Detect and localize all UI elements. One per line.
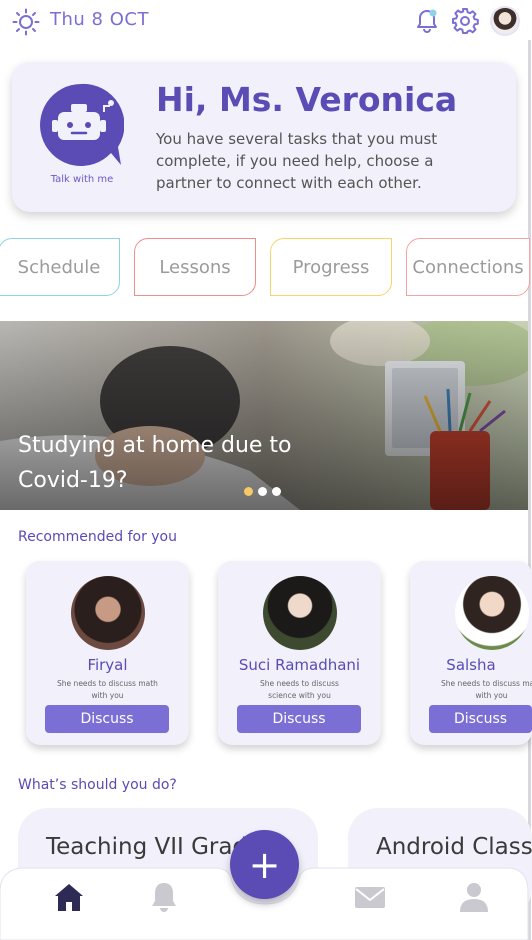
greeting-message: You have several tasks that you must com… <box>156 130 438 192</box>
tab-progress[interactable]: Progress <box>270 238 392 296</box>
avatar <box>455 576 529 650</box>
mail-icon[interactable] <box>353 880 387 914</box>
greeting-title: Hi, Ms. Veronica <box>156 80 458 119</box>
avatar <box>71 576 145 650</box>
talk-with-me-label[interactable]: Talk with me <box>34 174 130 185</box>
person-desc: She needs to discuss science with you <box>260 679 339 700</box>
add-button[interactable]: + <box>230 830 299 899</box>
tasks-heading: What’s should you do? <box>18 777 177 793</box>
person-desc: She needs to discuss math with you <box>57 679 158 700</box>
carousel-dot[interactable] <box>244 487 253 496</box>
discuss-button[interactable]: Discuss <box>429 705 532 733</box>
recommended-heading: Recommended for you <box>18 529 177 545</box>
task-title: Teaching VII Grade <box>46 834 262 860</box>
carousel-dot[interactable] <box>258 487 267 496</box>
recommended-card: Salsha She needs to discuss math with yo… <box>410 561 532 745</box>
tab-connections[interactable]: Connections <box>406 238 530 296</box>
hero-title: Studying at home due to Covid-19? <box>18 433 292 493</box>
discuss-button[interactable]: Discuss <box>237 705 361 733</box>
recommended-card: Firyal She needs to discuss math with yo… <box>26 561 189 745</box>
right-edge-divider <box>528 40 531 940</box>
tab-label: Schedule <box>17 256 101 278</box>
user-icon[interactable] <box>457 880 491 914</box>
carousel-dot[interactable] <box>272 487 281 496</box>
avatar <box>263 576 337 650</box>
recommended-card: Suci Ramadhani She needs to discuss scie… <box>218 561 381 745</box>
tab-lessons[interactable]: Lessons <box>134 238 256 296</box>
settings-gear-icon[interactable] <box>451 7 479 35</box>
profile-avatar[interactable] <box>490 6 520 36</box>
date-label: Thu 8 OCT <box>50 9 149 30</box>
robot-chat-icon[interactable] <box>38 82 124 168</box>
task-title: Android Class <box>376 834 532 860</box>
person-name: Suci Ramadhani <box>238 656 361 674</box>
tab-label: Progress <box>292 256 370 278</box>
tab-label: Connections <box>412 256 524 278</box>
tab-label: Lessons <box>159 256 231 278</box>
person-name: Salsha <box>446 656 496 674</box>
person-desc: She needs to discuss math with you <box>441 679 532 700</box>
bell-icon[interactable] <box>147 880 181 914</box>
carousel-indicator <box>244 487 281 496</box>
notification-bell-icon[interactable] <box>414 8 440 34</box>
discuss-button[interactable]: Discuss <box>45 705 169 733</box>
sun-icon <box>12 8 40 36</box>
person-name: Firyal <box>87 656 128 674</box>
home-icon[interactable] <box>52 880 86 914</box>
top-bar: Thu 8 OCT <box>0 0 532 44</box>
tab-schedule[interactable]: Schedule <box>0 238 120 296</box>
